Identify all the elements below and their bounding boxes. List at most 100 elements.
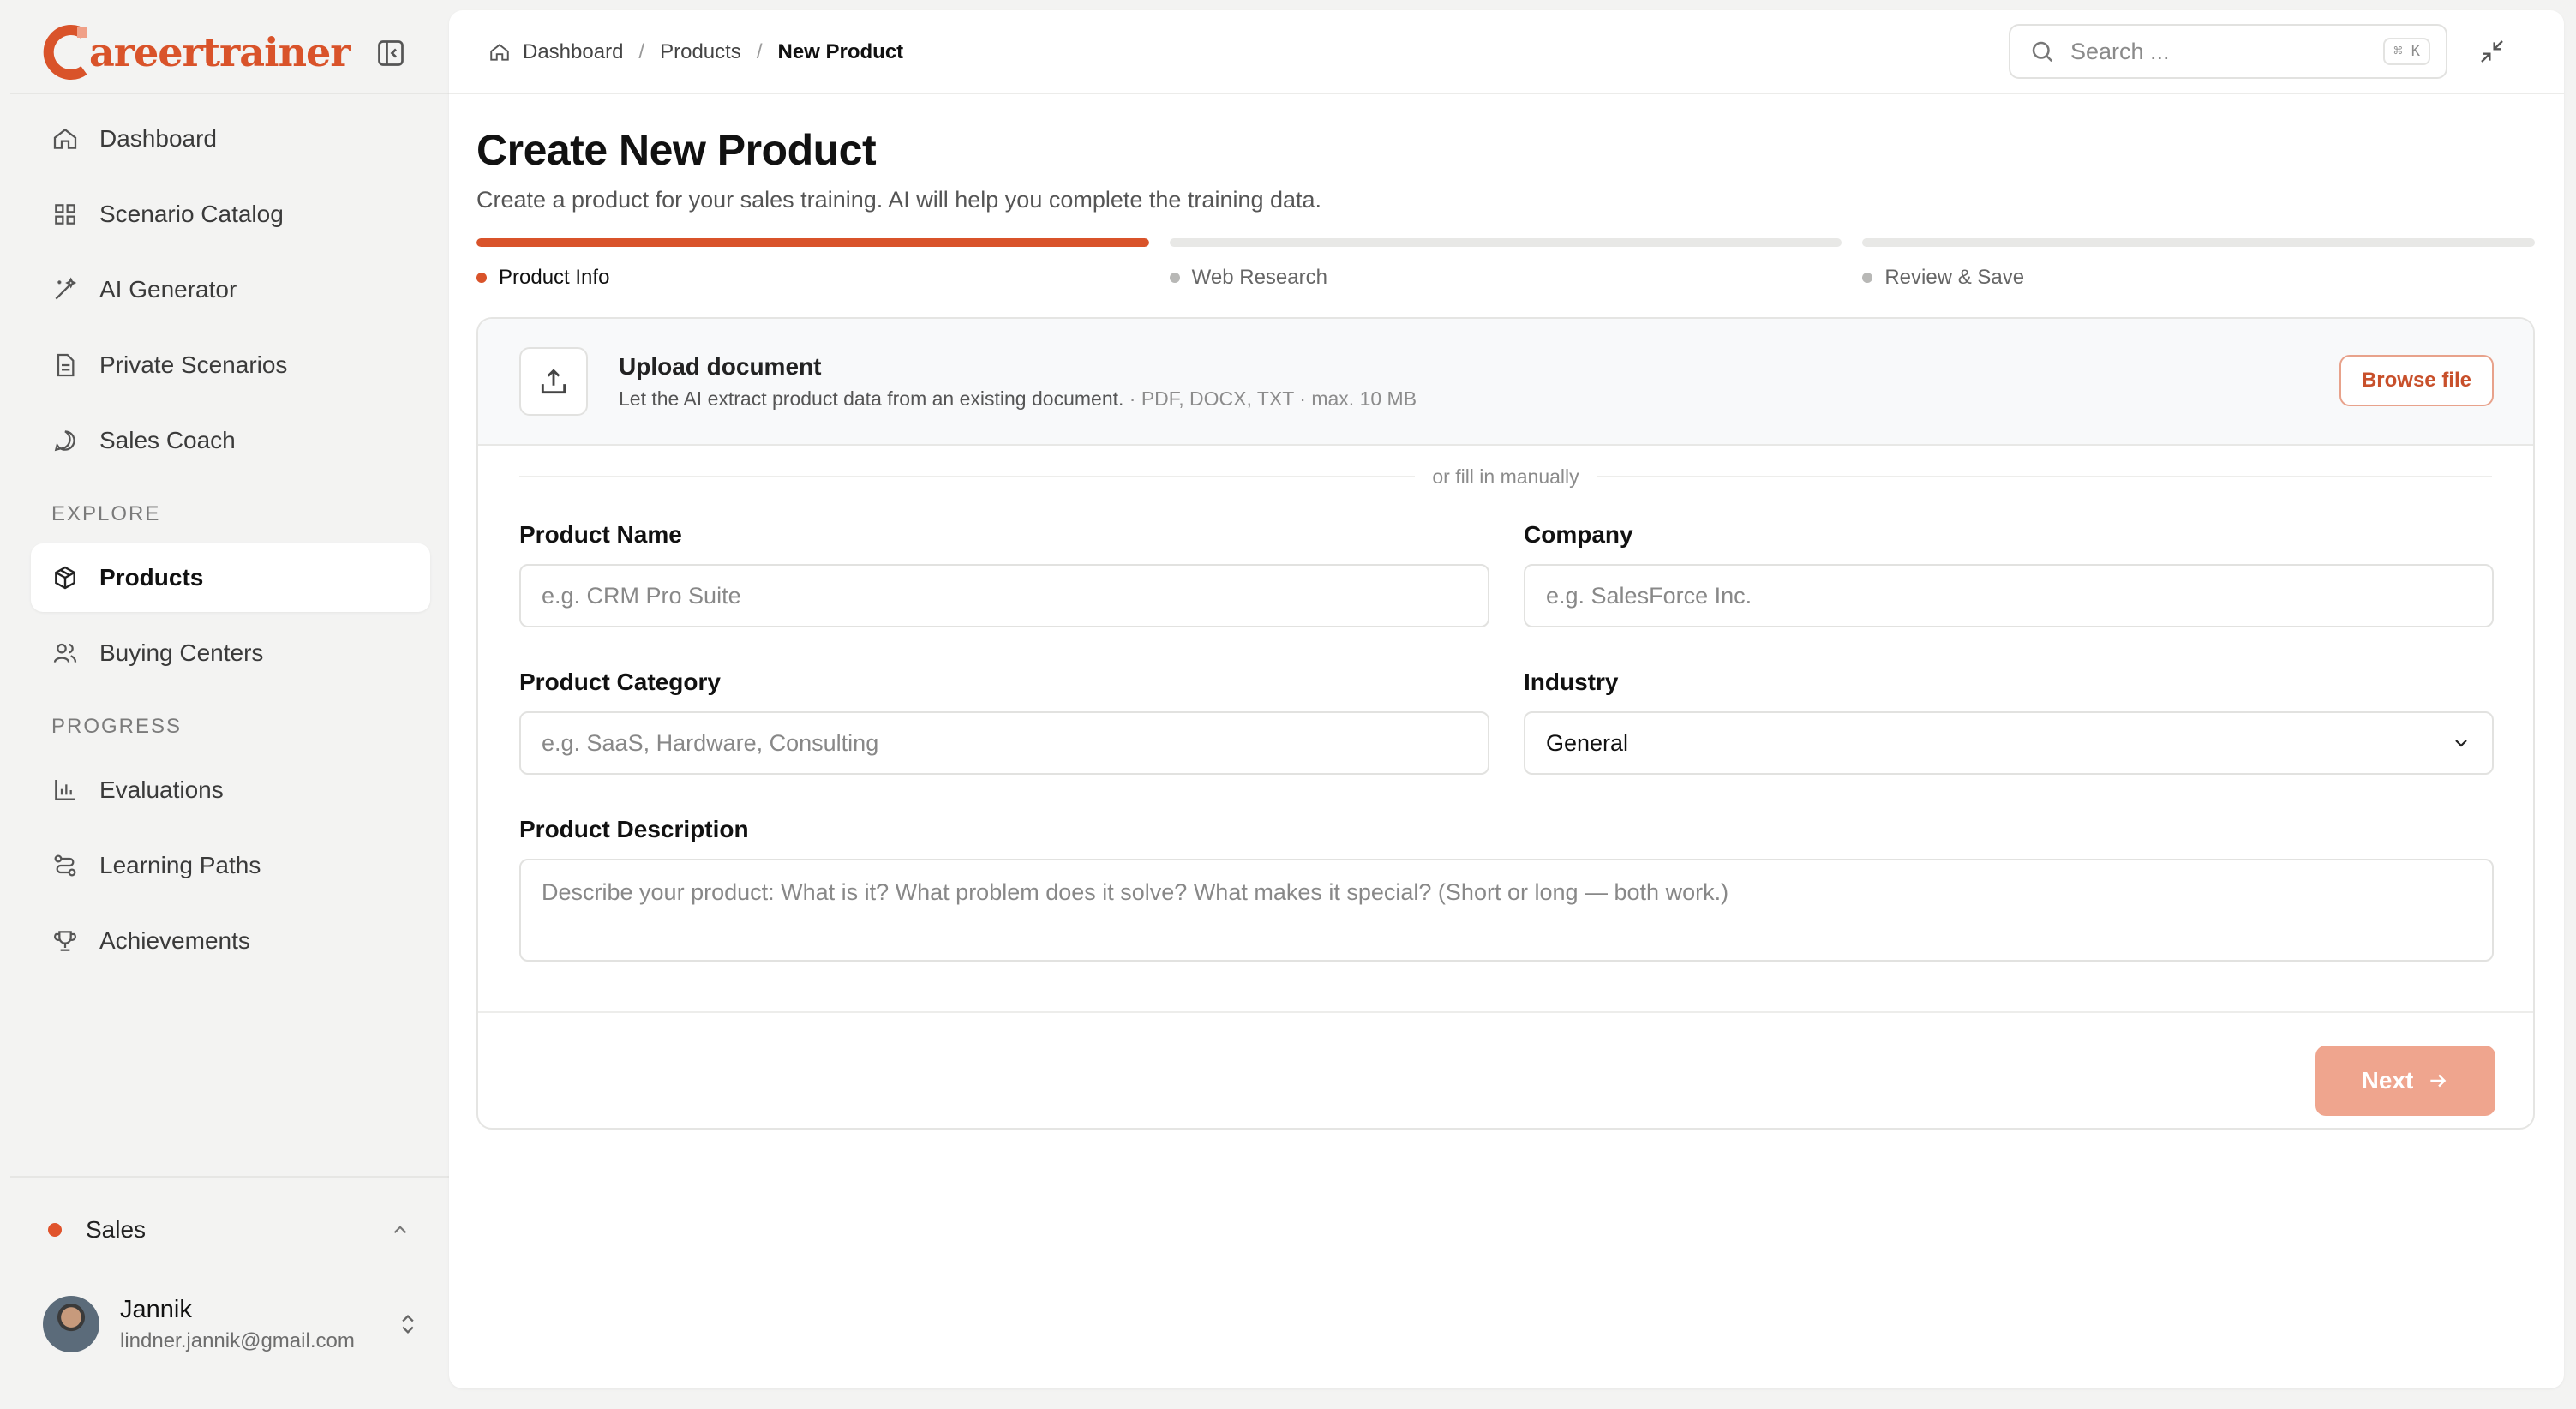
browse-file-button[interactable]: Browse file — [2339, 355, 2494, 406]
step-web-research: Web Research — [1169, 238, 1842, 290]
sidebar-item-label: Learning Paths — [99, 852, 261, 878]
sidebar-item-label: Products — [99, 564, 204, 591]
sidebar-item-dashboard[interactable]: Dashboard — [31, 105, 430, 173]
upload-description: Let the AI extract product data from an … — [619, 387, 1417, 411]
company-input[interactable]: e.g. SalesForce Inc. — [1524, 564, 2494, 627]
sidebar-item-ai-generator[interactable]: AI Generator — [31, 255, 430, 324]
upload-section: Upload document Let the AI extract produ… — [478, 319, 2533, 446]
breadcrumb-current: New Product — [777, 40, 904, 63]
sidebar-item-label: Evaluations — [99, 776, 224, 803]
user-menu[interactable]: Jannik lindner.jannik@gmail.com — [43, 1286, 420, 1363]
breadcrumb-dashboard[interactable]: Dashboard — [523, 40, 623, 64]
step-progress-bar — [1862, 238, 2536, 247]
minimize-button[interactable] — [2473, 33, 2511, 70]
step-product-info: Product Info — [476, 238, 1149, 290]
sidebar-item-label: Dashboard — [99, 125, 217, 152]
section-label-explore: EXPLORE — [51, 502, 161, 525]
product-form-card: Upload document Let the AI extract produ… — [476, 317, 2535, 1130]
search-shortcut: ⌘ K — [2383, 38, 2430, 65]
brand-logo[interactable]: areertrainer — [43, 22, 351, 82]
product-category-placeholder: e.g. SaaS, Hardware, Consulting — [542, 729, 879, 756]
product-description-placeholder: Describe your product: What is it? What … — [542, 879, 1729, 905]
search-input[interactable]: Search ... ⌘ K — [2009, 24, 2447, 79]
sidebar-item-learning-paths[interactable]: Learning Paths — [31, 831, 430, 900]
bar-chart-icon — [51, 776, 79, 804]
upload-icon[interactable] — [519, 347, 588, 416]
search-icon — [2032, 41, 2053, 63]
sidebar-item-label: Achievements — [99, 927, 250, 954]
upload-description-text: Let the AI extract product data from an … — [619, 387, 1124, 410]
product-category-input[interactable]: e.g. SaaS, Hardware, Consulting — [519, 711, 1489, 775]
step-label: Review & Save — [1884, 266, 2025, 289]
sidebar-item-sales-coach[interactable]: Sales Coach — [31, 406, 430, 475]
breadcrumb-separator: / — [638, 40, 645, 63]
sidebar: areertrainer Dashboard Scenario Catalog … — [0, 0, 449, 1409]
next-label: Next — [2361, 1067, 2414, 1094]
chevron-down-icon — [2455, 740, 2467, 747]
product-name-label: Product Name — [519, 521, 682, 548]
sidebar-collapse-icon — [378, 40, 404, 66]
step-progress-bar — [1169, 238, 1842, 247]
sidebar-item-label: Private Scenarios — [99, 351, 288, 378]
product-description-label: Product Description — [519, 816, 749, 842]
breadcrumb-products[interactable]: Products — [660, 40, 741, 64]
card-footer-divider — [478, 1011, 2533, 1013]
arrow-right-icon — [2427, 1070, 2449, 1092]
brand-name: areertrainer — [89, 29, 351, 75]
manual-divider: or fill in manually — [519, 459, 2493, 494]
industry-value: General — [1546, 729, 1629, 756]
company-placeholder: e.g. SalesForce Inc. — [1546, 582, 1752, 609]
step-label: Web Research — [1191, 266, 1327, 289]
route-icon — [51, 852, 79, 879]
sidebar-item-label: Buying Centers — [99, 639, 264, 666]
product-description-textarea[interactable]: Describe your product: What is it? What … — [519, 859, 2494, 962]
sidebar-item-achievements[interactable]: Achievements — [31, 907, 430, 975]
step-dot — [476, 273, 487, 283]
upload-title: Upload document — [619, 352, 822, 380]
chat-bubble-icon — [51, 427, 79, 454]
sidebar-item-evaluations[interactable]: Evaluations — [31, 756, 430, 824]
user-email: lindner.jannik@gmail.com — [120, 1328, 355, 1352]
sidebar-divider — [10, 1176, 449, 1178]
industry-select[interactable]: General — [1524, 711, 2494, 775]
grid-icon — [51, 201, 79, 228]
next-button[interactable]: Next — [2315, 1046, 2495, 1116]
step-progress-bar — [476, 238, 1149, 247]
industry-label: Industry — [1524, 669, 1619, 695]
workspace-dot — [48, 1223, 62, 1237]
step-review-save: Review & Save — [1862, 238, 2536, 290]
search-placeholder: Search ... — [2070, 38, 2170, 64]
collapse-sidebar-button[interactable] — [372, 34, 410, 72]
user-name: Jannik — [120, 1295, 192, 1323]
brand-c-icon — [43, 25, 87, 80]
main-panel: Dashboard / Products / New Product Searc… — [449, 10, 2564, 1388]
breadcrumb: Dashboard / Products / New Product — [488, 10, 903, 94]
page-title: Create New Product — [476, 126, 877, 174]
step-label: Product Info — [499, 266, 610, 289]
sidebar-item-products[interactable]: Products — [31, 543, 430, 612]
document-icon — [51, 351, 79, 379]
section-label-progress: PROGRESS — [51, 715, 183, 738]
product-name-placeholder: e.g. CRM Pro Suite — [542, 582, 741, 609]
manual-divider-text: or fill in manually — [1432, 465, 1579, 488]
workspace-label: Sales — [86, 1216, 147, 1243]
sidebar-item-scenario-catalog[interactable]: Scenario Catalog — [31, 180, 430, 249]
sidebar-nav: Dashboard Scenario Catalog AI Generator … — [31, 105, 430, 982]
trophy-icon — [51, 927, 79, 955]
step-dot — [1862, 273, 1873, 283]
stepper: Product Info Web Research Review & Save — [476, 238, 2536, 290]
users-icon — [51, 639, 79, 667]
home-icon[interactable] — [488, 41, 511, 63]
product-category-label: Product Category — [519, 669, 721, 695]
page-subtitle: Create a product for your sales training… — [476, 187, 1322, 213]
package-icon — [51, 564, 79, 591]
step-progress-fill — [476, 238, 1149, 247]
chevron-up-icon — [393, 1226, 407, 1234]
product-name-input[interactable]: e.g. CRM Pro Suite — [519, 564, 1489, 627]
upload-hint: · PDF, DOCX, TXT · max. 10 MB — [1123, 387, 1417, 410]
step-dot — [1169, 273, 1180, 283]
sidebar-item-private-scenarios[interactable]: Private Scenarios — [31, 331, 430, 399]
workspace-switcher[interactable]: Sales — [48, 1208, 411, 1251]
sidebar-item-buying-centers[interactable]: Buying Centers — [31, 619, 430, 687]
sidebar-item-label: Scenario Catalog — [99, 201, 284, 227]
